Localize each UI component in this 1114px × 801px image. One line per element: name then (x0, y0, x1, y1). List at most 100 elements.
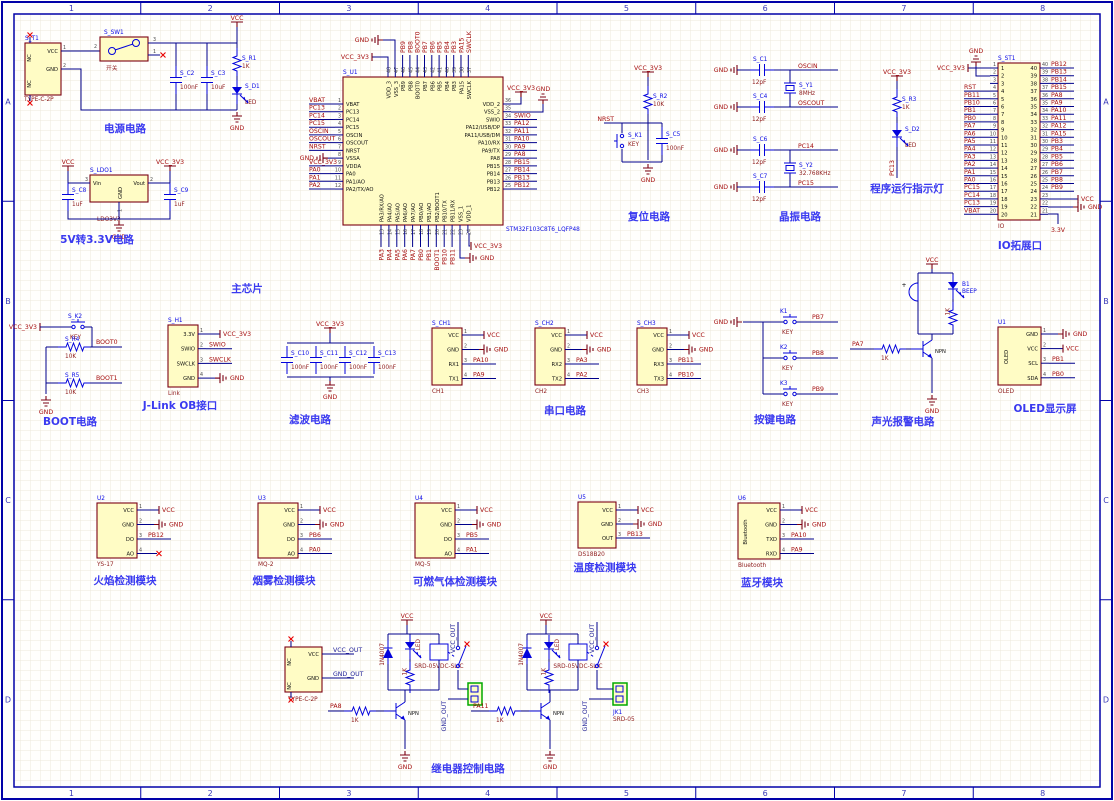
text-label[interactable]: SRD-05 (613, 717, 635, 723)
net-label-GND_OUT[interactable]: GND_OUT (441, 701, 448, 732)
svg-text:PA8: PA8 (514, 151, 526, 158)
text-label[interactable]: JK1 (612, 710, 623, 716)
net-label-PC13[interactable]: PC13 (889, 160, 896, 176)
section-title: 继电器控制电路 (431, 762, 505, 775)
svg-text:U2: U2 (97, 496, 105, 502)
svg-text:+: + (901, 282, 906, 289)
svg-text:GND: GND (1026, 332, 1038, 338)
svg-text:VCC: VCC (641, 507, 654, 514)
svg-text:电源电路: 电源电路 (104, 122, 146, 135)
svg-text:开关: 开关 (106, 64, 118, 72)
text-label[interactable]: 2 (94, 44, 97, 50)
svg-text:AO: AO (126, 552, 134, 558)
svg-text:声光报警电路: 声光报警电路 (871, 415, 935, 428)
net-label-NRST[interactable]: NRST (597, 116, 614, 123)
svg-text:32: 32 (1042, 124, 1048, 130)
svg-text:PA8: PA8 (330, 703, 342, 710)
svg-text:RX3: RX3 (654, 362, 664, 368)
svg-text:VDD_1: VDD_1 (466, 205, 472, 222)
svg-text:PB1: PB1 (1052, 356, 1064, 363)
net-label-GND_OUT[interactable]: GND_OUT (582, 701, 589, 732)
net-label-PB8[interactable]: PB8 (812, 350, 824, 357)
svg-text:GND: GND (601, 522, 613, 528)
svg-text:11: 11 (1001, 143, 1008, 149)
text-label[interactable]: 3 (153, 37, 156, 43)
svg-text:VCC: VCC (602, 508, 613, 514)
net-label-VCC_3V3[interactable]: VCC_3V3 (9, 324, 37, 331)
svg-text:1K: 1K (351, 718, 359, 724)
svg-text:PA8: PA8 (490, 156, 500, 162)
section-title: 电源电路 (104, 122, 146, 135)
svg-text:火焰检测模块: 火焰检测模块 (94, 574, 157, 587)
svg-text:复位电路: 复位电路 (627, 210, 670, 223)
svg-text:39: 39 (1030, 74, 1037, 80)
svg-text:13: 13 (990, 154, 996, 160)
svg-text:VCC_3V3: VCC_3V3 (937, 65, 965, 72)
svg-text:GND: GND (118, 187, 124, 199)
svg-text:22: 22 (1042, 201, 1048, 207)
net-label-VCC_3V3[interactable]: VCC_3V3 (341, 54, 369, 61)
net-label-VCC_OUT[interactable]: VCC_OUT (589, 624, 596, 653)
svg-text:C: C (5, 496, 11, 505)
svg-text:VCC: VCC (805, 507, 818, 514)
svg-text:18: 18 (1001, 197, 1008, 203)
net-label-VCC_3V3[interactable]: VCC_3V3 (937, 65, 965, 72)
net-label-3.3V[interactable]: 3.3V (1051, 227, 1066, 234)
svg-text:21: 21 (1030, 212, 1037, 218)
svg-text:D: D (5, 695, 11, 704)
schematic-canvas[interactable]: 1 2 3 4 5 6 7 81 2 3 4 5 6 7 8ABCDABCDS_T1TYPE-C-2PNCN… (0, 0, 1114, 801)
svg-text:K3: K3 (780, 381, 788, 387)
net-label-PB7[interactable]: PB7 (812, 314, 824, 321)
section-title: OLED显示屏 (1013, 403, 1077, 415)
net-label-PC15[interactable]: PC15 (798, 180, 814, 187)
net-label-VCC_OUT[interactable]: VCC_OUT (450, 624, 457, 653)
svg-text:1: 1 (69, 789, 74, 798)
svg-text:GND: GND (969, 48, 983, 55)
svg-text:VCC_3V3: VCC_3V3 (316, 321, 344, 328)
svg-text:3.3V: 3.3V (1051, 227, 1066, 234)
svg-text:S_C2: S_C2 (180, 71, 195, 77)
net-label-OSCOUT[interactable]: OSCOUT (798, 100, 825, 107)
svg-text:PA3/RX/AO: PA3/RX/AO (380, 194, 386, 222)
net-label-PA7[interactable]: PA7 (852, 341, 864, 348)
svg-text:23: 23 (1030, 197, 1037, 203)
svg-text:VSSA: VSSA (346, 156, 360, 162)
svg-text:S_ST1: S_ST1 (998, 56, 1016, 62)
svg-text:VCC_3V3: VCC_3V3 (507, 85, 535, 92)
net-label-OSCIN[interactable]: OSCIN (798, 63, 818, 70)
svg-text:PB10: PB10 (442, 249, 449, 265)
svg-text:3: 3 (346, 789, 351, 798)
svg-text:BOOT1: BOOT1 (434, 249, 441, 271)
svg-text:4: 4 (485, 4, 490, 13)
svg-text:6: 6 (338, 137, 341, 143)
net-label-VCC_3V3[interactable]: VCC_3V3 (474, 243, 502, 250)
svg-text:100nF: 100nF (291, 365, 309, 371)
svg-text:SWCLK: SWCLK (209, 356, 232, 363)
svg-text:VDD_3: VDD_3 (387, 81, 393, 98)
svg-text:DO: DO (444, 537, 452, 543)
svg-text:VCC: VCC (323, 507, 336, 514)
net-label-PA11[interactable]: PA11 (473, 703, 489, 710)
svg-text:31: 31 (1030, 135, 1037, 141)
net-label-PB9[interactable]: PB9 (812, 386, 824, 393)
svg-text:PB11: PB11 (964, 92, 980, 99)
svg-text:24: 24 (1030, 189, 1037, 195)
text-label[interactable]: 1 (153, 49, 156, 55)
svg-text:BOOT0: BOOT0 (96, 339, 118, 346)
svg-text:VDDA: VDDA (346, 164, 361, 170)
net-label-BOOT0[interactable]: BOOT0 (96, 339, 118, 346)
svg-text:Bluetooth: Bluetooth (743, 519, 749, 544)
text-label[interactable]: BEEP (962, 289, 977, 295)
svg-text:VCC_3V3: VCC_3V3 (9, 324, 37, 331)
net-label-BOOT1[interactable]: BOOT1 (96, 375, 118, 382)
text-label[interactable]: B1 (962, 282, 970, 288)
section-title: 按键电路 (754, 413, 796, 426)
svg-text:PA3: PA3 (379, 249, 386, 261)
net-label-VCC[interactable]: VCC (1081, 196, 1094, 203)
net-label-PA8[interactable]: PA8 (330, 703, 342, 710)
svg-text:NPN: NPN (553, 711, 564, 717)
svg-text:34: 34 (1030, 112, 1037, 118)
svg-text:39: 39 (452, 67, 458, 73)
net-label-PC14[interactable]: PC14 (798, 143, 814, 150)
svg-text:1: 1 (338, 98, 341, 104)
